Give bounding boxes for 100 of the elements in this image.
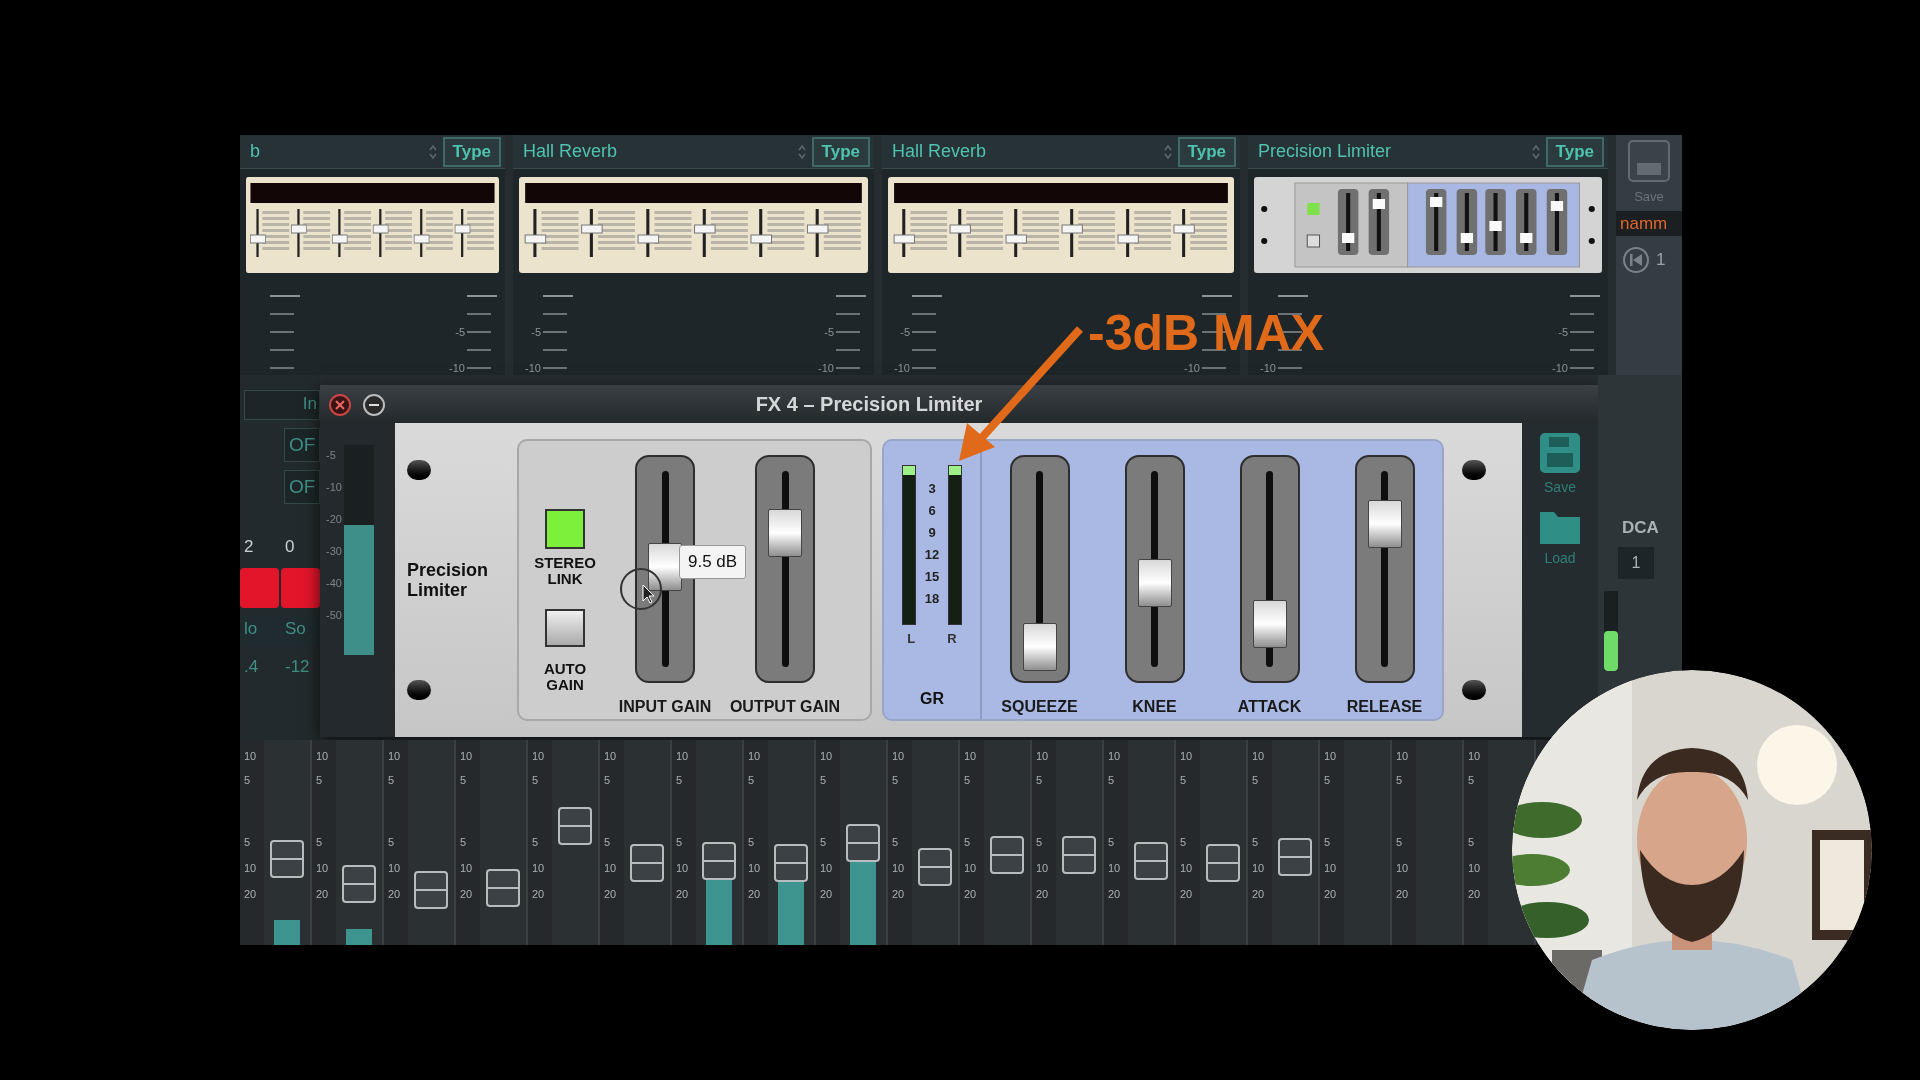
scale-label: 10 <box>460 748 474 764</box>
fader-label: KNEE <box>1132 697 1177 717</box>
fader-cap[interactable] <box>270 839 304 878</box>
fader-cap[interactable] <box>1134 841 1168 880</box>
annotation-text: -3dB MAX <box>1088 308 1325 358</box>
skip-back-icon[interactable] <box>1622 246 1650 274</box>
fader-thumb[interactable] <box>648 543 682 591</box>
scale-label: 5 <box>964 772 972 788</box>
fader-cap[interactable] <box>342 864 376 903</box>
updown-icon <box>1163 143 1172 160</box>
scale-label: 6 <box>928 503 936 519</box>
fader-cap[interactable] <box>414 870 448 909</box>
fader-thumb[interactable] <box>1252 600 1287 648</box>
fader-label: ATTACK <box>1237 697 1302 717</box>
scale-label: -50 <box>326 608 342 623</box>
fader-cap[interactable] <box>774 844 808 882</box>
channel-label: L <box>907 630 916 648</box>
scale-label: 20 <box>460 886 474 902</box>
fader-cap[interactable] <box>630 844 664 882</box>
scale-label: 10 <box>676 748 690 764</box>
scale-label: 5 <box>532 834 540 850</box>
scale-label: 5 <box>1468 834 1476 850</box>
minimize-icon[interactable] <box>362 393 386 417</box>
scale-label: 5 <box>460 834 468 850</box>
scale-label: -30 <box>326 544 342 559</box>
channel-number: 0 <box>284 536 296 558</box>
counter: 1 <box>1656 249 1666 272</box>
scale-label: 12 <box>924 547 940 563</box>
fader-cap[interactable] <box>1206 844 1240 882</box>
fader-thumb[interactable] <box>1367 499 1402 548</box>
fader-thumb[interactable] <box>1022 622 1057 671</box>
fader-cap[interactable] <box>1062 835 1096 874</box>
stereo-link-button[interactable] <box>545 509 585 549</box>
scale-label: 20 <box>1396 886 1410 902</box>
fader-thumb[interactable] <box>1137 558 1172 607</box>
scale-label: -5 <box>530 324 541 340</box>
scale-label: 20 <box>892 886 906 902</box>
screw-icon <box>1462 680 1486 700</box>
scale-label: 5 <box>1324 834 1332 850</box>
scale-label: 5 <box>1036 834 1044 850</box>
input-field[interactable]: In <box>244 390 320 420</box>
dca-button[interactable]: 1 <box>1618 546 1654 579</box>
value-tooltip: 9.5 dB <box>679 545 747 579</box>
effect-name: Hall Reverb <box>892 140 988 163</box>
close-icon[interactable] <box>328 393 352 417</box>
scale-label: 10 <box>820 860 834 876</box>
save-icon[interactable] <box>1538 431 1582 475</box>
scale-label: -5 <box>454 324 465 340</box>
type-button[interactable]: Type <box>811 136 870 167</box>
type-button[interactable]: Type <box>442 136 501 167</box>
scale-label: 10 <box>1108 860 1122 876</box>
scale-label: 5 <box>1108 834 1116 850</box>
scale-label: 10 <box>748 748 762 764</box>
updown-icon <box>428 143 437 160</box>
toggle-button[interactable]: OF <box>284 470 320 504</box>
scale-label: 5 <box>1396 772 1404 788</box>
fader-cap[interactable] <box>1278 837 1312 876</box>
device-name: Precision Limiter <box>407 560 490 600</box>
scale-label: -5 <box>899 324 910 340</box>
side-button-label: Save <box>1544 478 1576 497</box>
fader-cap[interactable] <box>846 823 880 862</box>
scale-label: -5 <box>823 324 834 340</box>
scale-label: 10 <box>532 860 546 876</box>
fader-cap[interactable] <box>990 835 1024 874</box>
scale-label: 5 <box>1108 772 1116 788</box>
fader-cap[interactable] <box>918 848 952 887</box>
scale-label: 20 <box>1036 886 1050 902</box>
scale-label: 10 <box>892 860 906 876</box>
scale-label: -10 <box>817 360 834 376</box>
scale-label: -10 <box>1259 360 1276 376</box>
fader-thumb[interactable] <box>768 508 802 557</box>
fader-cap[interactable] <box>558 807 592 846</box>
fader-cap[interactable] <box>486 868 520 907</box>
channel-value: -12 <box>284 655 311 678</box>
scale-label: 5 <box>892 772 900 788</box>
scale-label: 5 <box>676 834 684 850</box>
scale-label: -10 <box>448 360 465 376</box>
screw-icon <box>1462 460 1486 480</box>
scale-label: 20 <box>820 886 834 902</box>
channel-name-button[interactable] <box>281 567 320 608</box>
type-button[interactable]: Type <box>1177 136 1236 167</box>
scale-label: 20 <box>244 886 258 902</box>
scale-label: 10 <box>676 860 690 876</box>
solo-button[interactable]: lo <box>240 615 279 646</box>
scale-label: -10 <box>524 360 541 376</box>
scale-label: 5 <box>1180 772 1188 788</box>
scale-label: 5 <box>892 834 900 850</box>
scale-label: 5 <box>604 772 612 788</box>
scale-label: 5 <box>748 772 756 788</box>
type-button[interactable]: Type <box>1545 136 1604 167</box>
window-title: FX 4 – Precision Limiter <box>755 392 983 417</box>
scale-label: 10 <box>820 748 834 764</box>
fader-cap[interactable] <box>702 841 736 880</box>
solo-button[interactable]: So <box>281 615 320 646</box>
scale-label: 20 <box>316 886 330 902</box>
channel-name-button[interactable] <box>240 567 279 608</box>
toggle-button[interactable]: OF <box>284 428 320 462</box>
auto-gain-button[interactable] <box>545 609 585 647</box>
scale-label: 5 <box>460 772 468 788</box>
effect-name: b <box>250 140 261 163</box>
